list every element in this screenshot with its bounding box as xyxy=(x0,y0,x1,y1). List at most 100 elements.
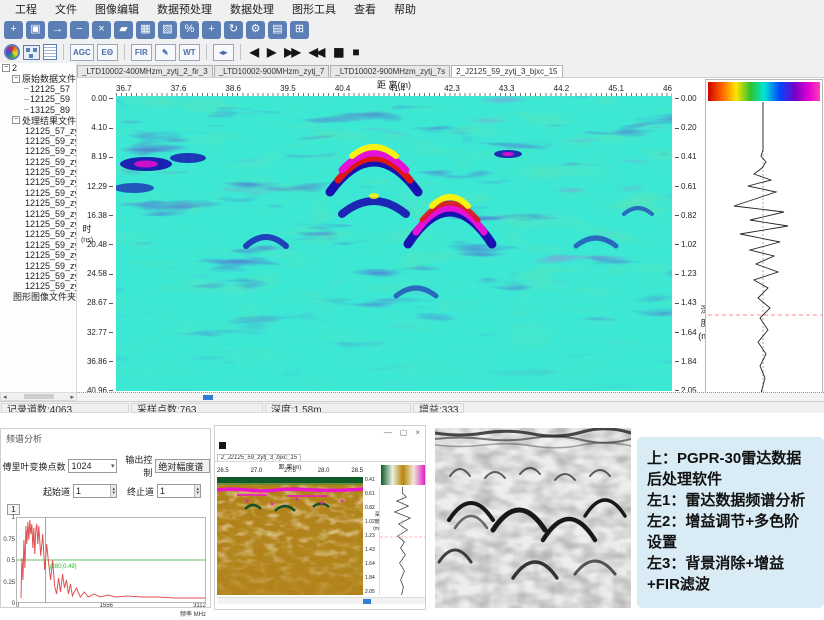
end-trace-label: 终止道 xyxy=(123,485,157,498)
tree-item[interactable]: 12125_59_zy xyxy=(0,157,76,167)
scroll-right-icon[interactable]: ▸ xyxy=(70,393,74,401)
pause-icon[interactable]: ▮▮ xyxy=(330,45,345,59)
end-trace-stepper[interactable]: 1 ▴▾ xyxy=(157,484,201,498)
menu-item[interactable]: 图像编辑 xyxy=(86,1,148,17)
gain-scrollbar[interactable] xyxy=(217,597,425,604)
agc-button[interactable]: AGC xyxy=(70,44,94,61)
tree-collapse-icon[interactable]: − xyxy=(12,116,20,124)
new-file-icon[interactable]: + xyxy=(4,21,23,39)
delete-file-icon[interactable]: × xyxy=(92,21,111,39)
output-mode-field[interactable]: 绝对幅度谱 xyxy=(155,459,210,473)
spin-down-icon[interactable]: ▾ xyxy=(196,491,199,495)
axis-tick: 4.10 xyxy=(91,123,113,132)
notebook-icon[interactable] xyxy=(43,44,57,60)
stop-icon[interactable] xyxy=(219,442,226,449)
spin-down-icon[interactable]: ▾ xyxy=(112,491,115,495)
tree-collapse-icon[interactable]: − xyxy=(12,75,20,83)
axis-tick: 1.43 xyxy=(365,547,379,553)
tree-item[interactable]: 12125_59_zy xyxy=(0,177,76,187)
tree-item[interactable]: 12125_59_zy xyxy=(0,136,76,146)
tree-item[interactable]: 12125_59_zy xyxy=(0,219,76,229)
menu-item[interactable]: 工程 xyxy=(6,1,46,17)
tree-item[interactable]: 12125_59_zy xyxy=(0,208,76,218)
scroll-left-icon[interactable]: ◂ xyxy=(3,393,7,401)
refresh-doc-icon[interactable]: ↻ xyxy=(224,21,243,39)
axis-tick: 44.2 xyxy=(554,84,570,93)
menu-item[interactable]: 帮助 xyxy=(385,1,425,17)
paste-file-icon[interactable]: ▣ xyxy=(26,21,45,39)
tab-file-2[interactable]: _LTD10002-900MHzm_zytj_7 xyxy=(214,65,330,77)
time-axis-label: 时(ns) xyxy=(79,224,95,246)
tab-file-1[interactable]: _LTD10002-400MHzm_zytj_2_fir_3 xyxy=(77,65,213,77)
fast-forward-icon[interactable]: ▶▶ xyxy=(281,45,301,59)
gain-eq-button[interactable]: EΘ xyxy=(97,44,118,61)
maximize-button[interactable]: ▢ xyxy=(400,428,408,437)
stop-icon[interactable]: ■ xyxy=(349,45,360,59)
menu-item[interactable]: 数据预处理 xyxy=(148,1,221,17)
tab-file-active[interactable]: 2_J2125_59_zytj_3_bjxc_15 xyxy=(217,454,301,461)
settings-gear-icon[interactable]: ⚙ xyxy=(246,21,265,39)
depth-axis-ticks: 0.410.610.821.021.231.431.641.842.05 xyxy=(365,477,379,595)
wavelet-button[interactable]: WT xyxy=(179,44,200,61)
tree-scrollbar[interactable]: ◂ ▸ xyxy=(0,392,77,401)
import-file-icon[interactable]: → xyxy=(48,21,67,39)
step-back-icon[interactable]: ◀ xyxy=(247,45,260,59)
tree-item[interactable]: 12125_59_zy xyxy=(0,271,76,281)
tree-folder-images[interactable]: 图形图像文件夹 xyxy=(0,292,76,302)
radar-image-gain[interactable] xyxy=(217,477,363,595)
menu-item[interactable]: 查看 xyxy=(345,1,385,17)
palette-icon[interactable] xyxy=(4,44,20,60)
status-bar: 记录道数:4063采样点数:763深度:1.58m增益:333 xyxy=(0,401,824,413)
tab-file-4-active[interactable]: 2_J2125_59_zytj_3_bjxc_15 xyxy=(451,65,562,77)
tree-item[interactable]: 12125_59 xyxy=(0,94,76,104)
close-button[interactable]: × xyxy=(415,428,420,437)
brush-icon[interactable]: ✎ xyxy=(155,44,176,61)
layer-tree-icon[interactable] xyxy=(23,45,40,60)
fit-width-icon[interactable]: ◂▸ xyxy=(213,44,234,61)
start-trace-stepper[interactable]: 1 ▴▾ xyxy=(73,484,117,498)
tree-item[interactable]: 12125_59_zy xyxy=(0,229,76,239)
fft-points-select[interactable]: 1024 ▾ xyxy=(68,459,117,473)
add-folder-icon[interactable]: + xyxy=(202,21,221,39)
trace-number-tab[interactable]: 1 xyxy=(7,504,20,515)
tree-item[interactable]: 12125_57 xyxy=(0,84,76,94)
axis-tick: 41.4 xyxy=(390,84,406,93)
status-field: 增益:333 xyxy=(413,403,464,413)
play-icon[interactable]: ▶ xyxy=(264,45,277,59)
tree-root[interactable]: 2 xyxy=(12,63,17,73)
axis-tick: 37.6 xyxy=(171,84,187,93)
rewind-icon[interactable]: ◀◀ xyxy=(306,45,326,59)
caption-line: +FIR滤波 xyxy=(647,574,814,595)
menu-item[interactable]: 文件 xyxy=(46,1,86,17)
tree-item[interactable]: 12125_57_zy xyxy=(0,125,76,135)
tree-item[interactable]: 12125_59_zy xyxy=(0,260,76,270)
scrollbar-thumb[interactable] xyxy=(363,599,371,604)
minimize-button[interactable]: — xyxy=(384,428,392,437)
axis-tick: 45.1 xyxy=(608,84,624,93)
scrollbar-thumb[interactable] xyxy=(24,394,54,399)
radar-image-bw[interactable] xyxy=(435,428,631,608)
print-icon[interactable]: ▤ xyxy=(268,21,287,39)
save-image-icon[interactable]: ▧ xyxy=(158,21,177,39)
menu-item[interactable]: 数据处理 xyxy=(221,1,283,17)
fir-filter-button[interactable]: FIR xyxy=(131,44,152,61)
scrollbar-thumb[interactable] xyxy=(203,395,213,400)
open-folder-icon[interactable]: ▰ xyxy=(114,21,133,39)
radar-image-main[interactable] xyxy=(116,96,672,391)
export-folder-icon[interactable]: % xyxy=(180,21,199,39)
tree-item[interactable]: 12125_59_zy xyxy=(0,250,76,260)
remove-file-icon[interactable]: − xyxy=(70,21,89,39)
axis-tick: 36.86 xyxy=(87,357,113,366)
tab-file-3[interactable]: _LTD10002-900MHzm_zytj_7s xyxy=(330,65,450,77)
main-scrollbar[interactable] xyxy=(77,392,824,401)
tree-item[interactable]: 12125_59_zy xyxy=(0,188,76,198)
tree-item[interactable]: 12125_59_zy xyxy=(0,198,76,208)
print-preview-icon[interactable]: ⊞ xyxy=(290,21,309,39)
tree-item[interactable]: 12125_59_zy xyxy=(0,167,76,177)
menu-item[interactable]: 图形工具 xyxy=(283,1,345,17)
tree-item[interactable]: 12125_59_zy xyxy=(0,146,76,156)
tree-item[interactable]: 12125_59_zy xyxy=(0,240,76,250)
tree-collapse-icon[interactable]: − xyxy=(2,64,10,72)
save-icon[interactable]: ▦ xyxy=(136,21,155,39)
colorbar-rainbow xyxy=(708,82,820,101)
